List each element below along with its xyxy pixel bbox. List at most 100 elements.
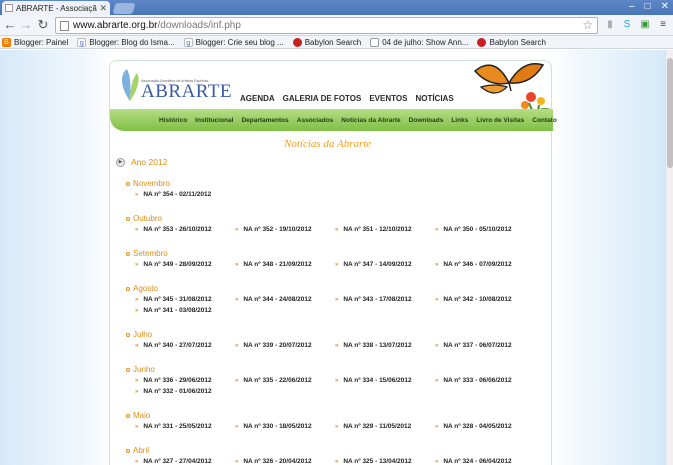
news-link[interactable]: » NA nº 354 - 02/11/2012 xyxy=(135,191,211,198)
news-link[interactable]: » NA nº 324 - 06/04/2012 xyxy=(435,458,512,465)
news-link[interactable]: » NA nº 326 - 20/04/2012 xyxy=(235,458,312,465)
news-link[interactable]: » NA nº 337 - 06/07/2012 xyxy=(435,342,512,349)
back-arrow-icon[interactable]: ← xyxy=(2,17,18,33)
bookmark-label: Blogger: Crie seu blog ... xyxy=(195,37,284,47)
arrow-icon: » xyxy=(335,342,339,349)
bookmark-item[interactable]: Babylon Search xyxy=(292,37,362,47)
news-link-label: NA nº 330 - 18/05/2012 xyxy=(243,423,312,430)
site-container: Associação Brasileira de Artistas Espíri… xyxy=(109,60,557,465)
scrollbar-thumb[interactable] xyxy=(667,58,673,168)
arrow-icon: » xyxy=(335,377,339,384)
news-link[interactable]: » NA nº 344 - 24/08/2012 xyxy=(235,296,312,303)
close-window-icon[interactable]: ✕ xyxy=(661,0,669,14)
news-link[interactable]: » NA nº 347 - 14/09/2012 xyxy=(335,261,412,268)
reload-icon[interactable]: ↻ xyxy=(35,17,51,33)
tab-strip: ABRARTE - Associação Brasile ✕ – □ ✕ xyxy=(0,0,673,15)
url-host: www.abrarte.org.br xyxy=(73,20,158,31)
signal-icon[interactable]: ▮ xyxy=(603,18,617,32)
forward-arrow-icon[interactable]: → xyxy=(18,17,34,33)
bookmark-label: 04 de julho: Show Ann... xyxy=(382,37,469,47)
news-link[interactable]: » NA nº 352 - 19/10/2012 xyxy=(235,226,312,233)
news-link[interactable]: » NA nº 345 - 31/08/2012 xyxy=(135,296,212,303)
arrow-icon: » xyxy=(135,377,139,384)
news-link[interactable]: » NA nº 340 - 27/07/2012 xyxy=(135,342,212,349)
subnav-link[interactable]: Associados xyxy=(297,117,334,124)
subnav-link[interactable]: Contato xyxy=(532,117,557,124)
arrow-icon: » xyxy=(135,458,139,465)
news-link[interactable]: » NA nº 333 - 06/06/2012 xyxy=(435,377,512,384)
arrow-icon: » xyxy=(235,377,239,384)
minimize-icon[interactable]: – xyxy=(629,0,635,14)
arrow-icon: » xyxy=(235,261,239,268)
news-link[interactable]: » NA nº 329 - 11/05/2012 xyxy=(335,423,411,430)
address-bar[interactable]: www.abrarte.org.br/downloads/inf.php ☆ xyxy=(55,17,598,34)
bookmark-item[interactable]: g Blogger: Blog do Isma... xyxy=(77,37,175,47)
arrow-icon: » xyxy=(135,191,139,198)
news-link-label: NA nº 335 - 22/06/2012 xyxy=(243,377,312,384)
news-link[interactable]: » NA nº 341 - 03/08/2012 xyxy=(135,307,212,314)
bookmark-item[interactable]: B Blogger: Painel xyxy=(2,37,68,47)
news-link[interactable]: » NA nº 353 - 26/10/2012 xyxy=(135,226,212,233)
news-link[interactable]: » NA nº 348 - 21/09/2012 xyxy=(235,261,312,268)
subnav-link[interactable]: Histórico xyxy=(159,117,187,124)
news-link[interactable]: » NA nº 346 - 07/09/2012 xyxy=(435,261,512,268)
abrarte-logo[interactable]: Associação Brasileira de Artistas Espíri… xyxy=(117,63,232,107)
extension-icon[interactable]: ▣ xyxy=(638,18,652,32)
news-link[interactable]: » NA nº 327 - 27/04/2012 xyxy=(135,458,212,465)
window-controls: – □ ✕ xyxy=(629,0,669,14)
news-link[interactable]: » NA nº 342 - 10/08/2012 xyxy=(435,296,512,303)
bookmark-star-icon[interactable]: ☆ xyxy=(582,18,593,33)
arrow-icon: » xyxy=(135,226,139,233)
month-heading: Novembro xyxy=(126,179,170,188)
news-link[interactable]: » NA nº 338 - 13/07/2012 xyxy=(335,342,412,349)
topnav-link[interactable]: EVENTOS xyxy=(369,94,407,103)
news-link[interactable]: » NA nº 331 - 25/05/2012 xyxy=(135,423,212,430)
news-link-label: NA nº 354 - 02/11/2012 xyxy=(143,191,212,198)
arrow-icon: » xyxy=(135,388,139,395)
news-link-label: NA nº 338 - 13/07/2012 xyxy=(343,342,412,349)
news-link[interactable]: » NA nº 328 - 04/05/2012 xyxy=(435,423,512,430)
year-toggle[interactable]: ▶ Ano 2012 xyxy=(116,157,167,167)
month-heading: Setembro xyxy=(126,249,168,258)
month-heading: Agosto xyxy=(126,284,158,293)
subnav-link[interactable]: Departamentos xyxy=(241,117,288,124)
maximize-icon[interactable]: □ xyxy=(645,0,651,14)
topnav-link[interactable]: NOTÍCIAS xyxy=(415,94,453,103)
subnav-link[interactable]: Institucional xyxy=(195,117,233,124)
news-link[interactable]: » NA nº 330 - 18/05/2012 xyxy=(235,423,312,430)
news-link[interactable]: » NA nº 339 - 20/07/2012 xyxy=(235,342,312,349)
topnav-link[interactable]: GALERIA DE FOTOS xyxy=(283,94,362,103)
page-heading: Notícias da Abrarte xyxy=(284,138,372,150)
news-link[interactable]: » NA nº 349 - 28/09/2012 xyxy=(135,261,212,268)
news-link[interactable]: » NA nº 325 - 13/04/2012 xyxy=(335,458,412,465)
news-link-label: NA nº 352 - 19/10/2012 xyxy=(243,226,312,233)
browser-tab[interactable]: ABRARTE - Associação Brasile ✕ xyxy=(2,1,110,15)
news-link[interactable]: » NA nº 343 - 17/08/2012 xyxy=(335,296,412,303)
new-tab-button[interactable] xyxy=(112,3,136,14)
topnav-link[interactable]: AGENDA xyxy=(240,94,275,103)
news-link[interactable]: » NA nº 332 - 01/06/2012 xyxy=(135,388,212,395)
bookmark-item[interactable]: Babylon Search xyxy=(477,37,546,47)
subnav-link[interactable]: Links xyxy=(451,117,468,124)
news-link[interactable]: » NA nº 336 - 29/06/2012 xyxy=(135,377,212,384)
subnav-link[interactable]: Downloads xyxy=(409,117,444,124)
news-link-label: NA nº 328 - 04/05/2012 xyxy=(443,423,512,430)
subnav-link[interactable]: Livro de Visitas xyxy=(476,117,524,124)
bookmark-item[interactable]: 04 de julho: Show Ann... xyxy=(370,37,469,47)
news-link[interactable]: » NA nº 350 - 05/10/2012 xyxy=(435,226,512,233)
vertical-scrollbar[interactable] xyxy=(665,50,673,465)
subnav-link[interactable]: Notícias da Abrarte xyxy=(341,117,400,124)
news-link[interactable]: » NA nº 335 - 22/06/2012 xyxy=(235,377,312,384)
news-link-label: NA nº 351 - 12/10/2012 xyxy=(343,226,412,233)
news-link[interactable]: » NA nº 334 - 15/06/2012 xyxy=(335,377,412,384)
month-label: Junho xyxy=(133,365,155,374)
bookmark-label: Babylon Search xyxy=(304,37,362,47)
arrow-icon: » xyxy=(335,261,339,268)
bullet-icon xyxy=(126,448,130,453)
menu-icon[interactable]: ≡ xyxy=(656,18,670,32)
close-tab-icon[interactable]: ✕ xyxy=(99,3,107,14)
skype-icon[interactable]: S xyxy=(620,18,634,32)
arrow-icon: » xyxy=(135,296,139,303)
news-link[interactable]: » NA nº 351 - 12/10/2012 xyxy=(335,226,412,233)
bookmark-item[interactable]: g Blogger: Crie seu blog ... xyxy=(183,37,284,47)
